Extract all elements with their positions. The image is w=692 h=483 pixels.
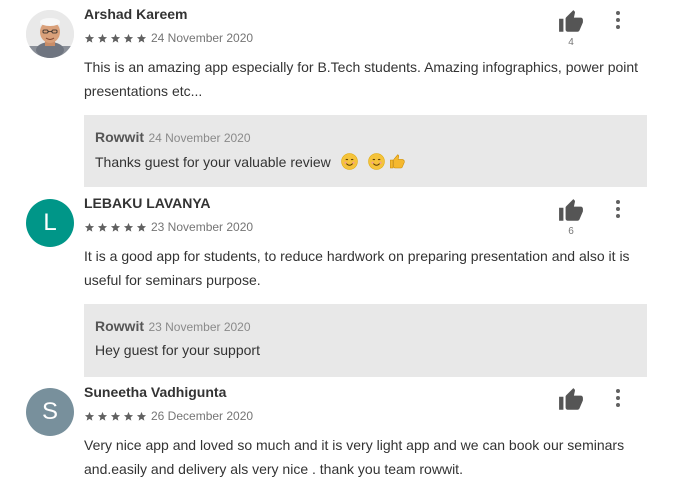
star-icon <box>110 411 121 421</box>
thumbs-up-icon <box>390 154 406 169</box>
review-author: Suneetha Vadhigunta <box>84 384 227 400</box>
review-item: S Suneetha Vadhigunta 26 December 2020 V… <box>0 378 692 483</box>
smiling-face-icon <box>340 153 358 170</box>
avatar: S <box>26 388 74 436</box>
review-author: LEBAKU LAVANYA <box>84 195 211 211</box>
thumbs-up-icon <box>559 388 583 410</box>
helpful-button[interactable] <box>558 198 584 224</box>
review-date: 26 December 2020 <box>151 409 254 423</box>
review-date: 24 November 2020 <box>151 31 254 45</box>
star-icon <box>97 33 108 43</box>
review-meta: 24 November 2020 <box>84 31 253 45</box>
reply-date: 23 November 2020 <box>148 320 251 334</box>
star-icon <box>110 222 121 232</box>
review-text: This is an amazing app especially for B.… <box>84 59 639 99</box>
rating-stars <box>84 33 147 44</box>
developer-reply: Rowwit 23 November 2020 Hey guest for yo… <box>84 304 647 377</box>
review-item: Arshad Kareem 24 November 2020 This is a… <box>0 0 692 190</box>
star-icon <box>97 411 108 421</box>
star-icon <box>136 222 147 232</box>
review-item: L LEBAKU LAVANYA 23 November 2020 It is … <box>0 190 692 378</box>
more-options-button[interactable] <box>610 198 626 220</box>
review-meta: 26 December 2020 <box>84 409 253 423</box>
star-icon <box>123 33 134 43</box>
reply-text: Hey guest for your support <box>95 342 260 358</box>
helpful-button[interactable] <box>558 9 584 35</box>
smiling-face-icon <box>367 153 385 170</box>
avatar-letter: S <box>41 398 58 425</box>
more-options-button[interactable] <box>610 387 626 409</box>
star-icon <box>84 222 95 232</box>
review-meta: 23 November 2020 <box>84 220 253 234</box>
user-photo-icon <box>26 10 74 58</box>
avatar-letter: L <box>43 209 57 236</box>
star-icon <box>123 222 134 232</box>
star-icon <box>110 33 121 43</box>
reply-text-container: Thanks guest for your valuable review <box>95 153 406 170</box>
rating-stars <box>84 411 147 422</box>
star-icon <box>84 33 95 43</box>
star-icon <box>84 411 95 421</box>
helpful-count: 4 <box>568 37 574 48</box>
review-date: 23 November 2020 <box>151 220 254 234</box>
helpful-count: 6 <box>568 226 574 237</box>
review-author: Arshad Kareem <box>84 6 188 22</box>
developer-reply: Rowwit 24 November 2020 Thanks guest for… <box>84 115 647 187</box>
reply-date: 24 November 2020 <box>148 131 251 145</box>
avatar <box>26 10 74 58</box>
star-icon <box>136 411 147 421</box>
rating-stars <box>84 222 147 233</box>
helpful-button[interactable] <box>558 387 584 413</box>
star-icon <box>136 33 147 43</box>
more-options-button[interactable] <box>610 9 626 31</box>
reply-text: Thanks guest for your valuable review <box>95 154 331 170</box>
thumbs-up-icon <box>559 10 583 32</box>
star-icon <box>97 222 108 232</box>
reply-author: Rowwit <box>95 129 144 145</box>
review-text: It is a good app for students, to reduce… <box>84 248 630 288</box>
thumbs-up-icon <box>559 199 583 221</box>
review-text: Very nice app and loved so much and it i… <box>84 437 625 477</box>
reply-author: Rowwit <box>95 318 144 334</box>
star-icon <box>123 411 134 421</box>
avatar: L <box>26 199 74 247</box>
